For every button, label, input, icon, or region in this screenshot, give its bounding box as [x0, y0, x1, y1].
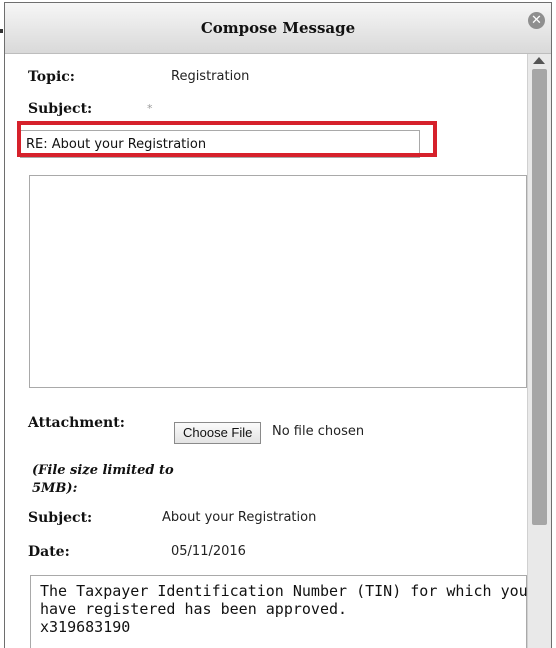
dialog-content: Topic: Registration Subject: * Attachmen… — [5, 54, 528, 648]
required-star-icon: * — [147, 102, 153, 115]
message-line: The Taxpayer Identification Number (TIN)… — [40, 582, 528, 600]
left-edge-mark — [0, 29, 3, 33]
no-file-chosen-text: No file chosen — [272, 424, 365, 439]
subject-label: Subject: — [28, 101, 93, 117]
original-subject-label: Subject: — [28, 510, 93, 526]
topic-label: Topic: — [28, 69, 75, 85]
attachment-label: Attachment: — [28, 415, 125, 431]
dialog-titlebar[interactable]: Compose Message ✕ — [5, 3, 551, 54]
original-message-box: The Taxpayer Identification Number (TIN)… — [30, 575, 528, 648]
choose-file-button[interactable]: Choose File — [174, 422, 262, 444]
file-size-note: (File size limited to 5MB): — [32, 463, 174, 496]
original-subject-value: About your Registration — [162, 510, 317, 525]
message-line: have registered has been approved. — [40, 600, 348, 618]
vertical-scrollbar[interactable] — [527, 54, 551, 648]
message-line: x319683190 — [40, 618, 131, 636]
date-value: 05/11/2016 — [171, 544, 246, 559]
subject-input[interactable] — [20, 130, 420, 158]
dialog-title: Compose Message — [200, 19, 356, 37]
scroll-up-arrow-icon[interactable] — [533, 57, 545, 64]
compose-message-dialog: Compose Message ✕ Topic: Registration Su… — [4, 2, 552, 648]
message-body-textarea[interactable] — [29, 175, 527, 388]
close-icon[interactable]: ✕ — [528, 12, 545, 29]
topic-value: Registration — [171, 69, 250, 84]
scrollbar-thumb[interactable] — [532, 69, 547, 525]
date-label: Date: — [28, 544, 70, 560]
